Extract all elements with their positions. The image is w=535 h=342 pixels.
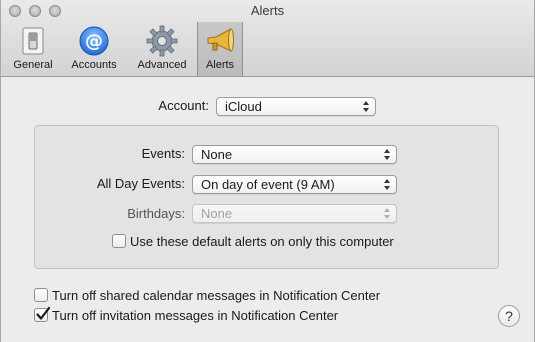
preferences-window: Alerts General @ Accounts Advanced Alert… xyxy=(0,0,535,342)
checkmark-icon xyxy=(36,306,51,320)
popup-arrows-icon xyxy=(384,208,390,219)
toolbar-tab-advanced[interactable]: Advanced xyxy=(131,22,193,76)
all-day-events-label: All Day Events: xyxy=(96,176,185,191)
toolbar-tab-label: Advanced xyxy=(137,59,187,71)
toolbar-tab-label: General xyxy=(13,59,53,71)
help-button[interactable]: ? xyxy=(498,305,520,327)
toolbar-tab-label: Accounts xyxy=(71,59,117,71)
title-bar: Alerts General @ Accounts Advanced Alert… xyxy=(1,0,534,77)
toolbar-tab-label: Alerts xyxy=(205,59,235,71)
popup-arrows-icon xyxy=(384,149,390,160)
events-popup[interactable]: None xyxy=(192,145,397,164)
birthdays-popup[interactable]: None xyxy=(192,204,397,223)
account-popup-value: iCloud xyxy=(225,99,262,114)
default-alerts-checkbox[interactable] xyxy=(112,234,126,248)
all-day-events-popup-value: On day of event (9 AM) xyxy=(201,177,335,192)
megaphone-icon xyxy=(207,28,234,52)
at-sign-icon: @ xyxy=(79,26,109,56)
events-label: Events: xyxy=(141,146,185,161)
events-popup-value: None xyxy=(201,147,233,162)
window-title: Alerts xyxy=(250,3,285,18)
popup-arrows-icon xyxy=(363,101,369,112)
invitation-messages-checkbox[interactable] xyxy=(34,306,51,322)
toolbar-tab-alerts[interactable]: Alerts xyxy=(197,22,243,76)
shared-calendar-messages-label: Turn off shared calendar messages in Not… xyxy=(52,288,381,303)
gear-icon xyxy=(146,25,178,57)
birthdays-label: Birthdays: xyxy=(127,206,185,221)
popup-arrows-icon xyxy=(384,179,390,190)
switch-icon xyxy=(22,27,44,55)
invitation-messages-label: Turn off invitation messages in Notifica… xyxy=(52,308,339,323)
shared-calendar-messages-checkbox[interactable] xyxy=(34,288,48,302)
toolbar-tab-general[interactable]: General xyxy=(6,22,60,76)
default-alerts-checkbox-label: Use these default alerts on only this co… xyxy=(130,234,394,249)
all-day-events-popup[interactable]: On day of event (9 AM) xyxy=(192,175,397,194)
account-popup[interactable]: iCloud xyxy=(216,97,376,116)
toolbar-tab-accounts[interactable]: @ Accounts xyxy=(63,22,125,76)
birthdays-popup-value: None xyxy=(201,206,233,221)
svg-text:@: @ xyxy=(85,31,103,52)
account-label: Account: xyxy=(158,98,209,113)
